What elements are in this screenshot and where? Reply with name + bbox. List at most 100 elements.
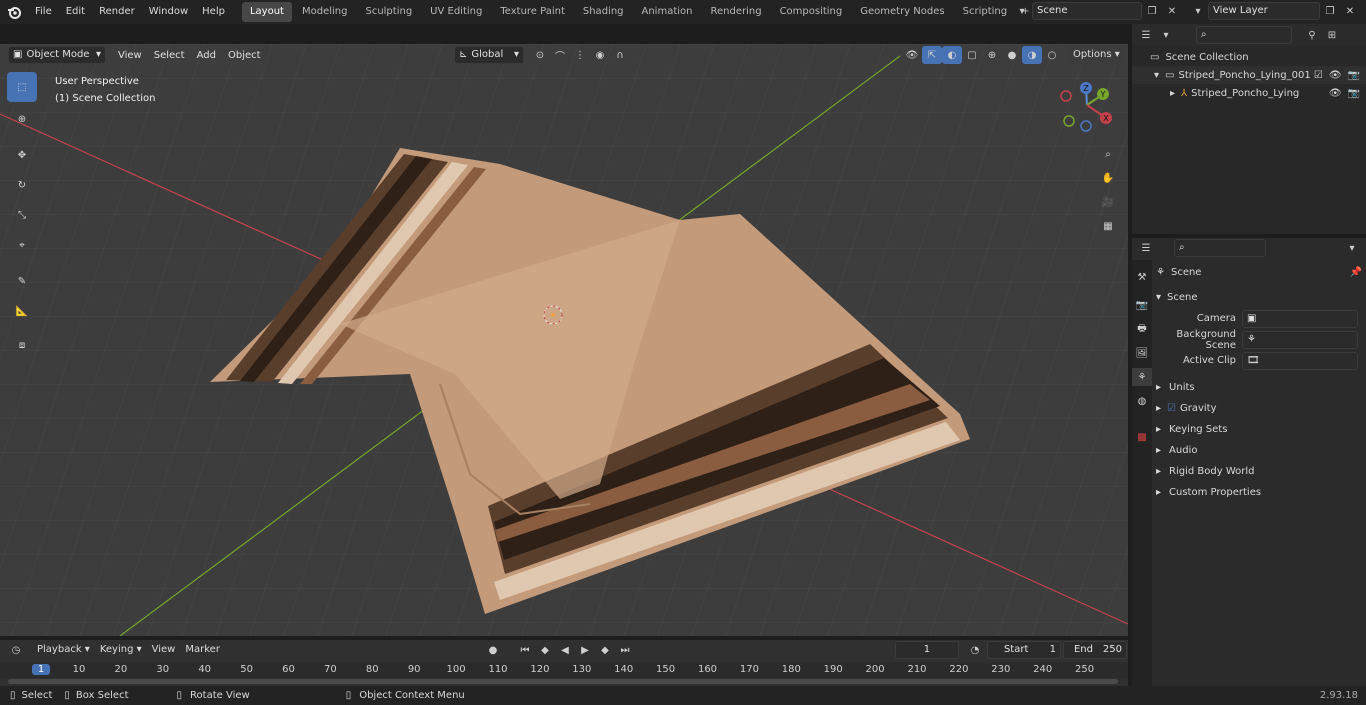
marker-menu[interactable]: Marker xyxy=(180,641,225,659)
move-tool-icon[interactable]: ✥ xyxy=(7,140,37,170)
view-layer-tab-icon[interactable]: 🖼 xyxy=(1132,344,1152,362)
timeline-scrollbar[interactable] xyxy=(8,679,1118,684)
new-collection-icon[interactable]: ⊞ xyxy=(1322,26,1342,44)
cursor-tool-icon[interactable]: ⊕ xyxy=(7,104,37,134)
expand-arrow-icon[interactable]: ▸ xyxy=(1170,88,1175,99)
3d-viewport[interactable] xyxy=(0,44,1128,636)
perspective-grid-icon[interactable]: ▦ xyxy=(1098,214,1118,238)
transform-tool-icon[interactable]: ⌖ xyxy=(7,230,37,260)
outliner-item-object[interactable]: ▸ ⅄ Striped_Poncho_Lying 👁 📷 xyxy=(1132,84,1366,102)
scene-name-field[interactable]: Scene xyxy=(1032,2,1142,20)
checkbox-icon[interactable]: ☑ xyxy=(1314,70,1323,81)
jump-end-icon[interactable]: ⏭ xyxy=(615,641,635,659)
new-scene-icon[interactable]: ❐ xyxy=(1142,2,1162,20)
gravity-checkbox-icon[interactable]: ☑ xyxy=(1167,403,1176,414)
snap-icon[interactable]: ⌒ xyxy=(550,46,570,64)
scene-tab-icon[interactable]: ⚘ xyxy=(1132,368,1152,386)
blender-logo-icon[interactable] xyxy=(0,3,28,21)
camera-field[interactable]: ▣ xyxy=(1242,309,1358,328)
object-mode-dropdown[interactable]: ▣ Object Mode ▾ xyxy=(8,46,106,64)
add-cube-tool-icon[interactable]: ⧈ xyxy=(7,330,37,360)
xray-icon[interactable]: ▢ xyxy=(962,46,982,64)
current-frame-field[interactable]: 1 xyxy=(894,641,959,659)
outliner-item-collection[interactable]: ▾ ▭ Striped_Poncho_Lying_001 ☑ 👁 📷 xyxy=(1132,66,1366,84)
scene-icon[interactable]: ▾ xyxy=(1012,2,1032,20)
active-clip-field[interactable]: 🎞 xyxy=(1242,351,1358,370)
tab-texture-paint[interactable]: Texture Paint xyxy=(492,2,573,22)
properties-options-icon[interactable]: ▾ xyxy=(1342,239,1362,257)
panel-custom-properties[interactable]: ▸ Custom Properties xyxy=(1156,482,1362,503)
rotate-tool-icon[interactable]: ↻ xyxy=(7,170,37,200)
display-mode-icon[interactable]: ▾ xyxy=(1156,26,1176,44)
clock-icon[interactable]: ◔ xyxy=(965,641,985,659)
solid-shading-icon[interactable]: ● xyxy=(1002,46,1022,64)
keying-menu[interactable]: Keying ▾ xyxy=(95,641,147,659)
play-reverse-icon[interactable]: ◀ xyxy=(555,641,575,659)
start-frame-field[interactable]: Start 1 xyxy=(986,641,1061,659)
eye-icon[interactable]: 👁 xyxy=(1329,70,1342,81)
menu-edit[interactable]: Edit xyxy=(59,0,92,24)
new-view-layer-icon[interactable]: ❐ xyxy=(1320,2,1340,20)
properties-editor-icon[interactable]: ☰ xyxy=(1136,239,1156,257)
wireframe-shading-icon[interactable]: ⊕ xyxy=(982,46,1002,64)
pan-hand-icon[interactable]: ✋ xyxy=(1098,166,1118,190)
menu-render[interactable]: Render xyxy=(92,0,142,24)
playback-menu[interactable]: Playback ▾ xyxy=(32,641,95,659)
tab-geometry-nodes[interactable]: Geometry Nodes xyxy=(852,2,952,22)
panel-units[interactable]: ▸ Units xyxy=(1156,377,1362,398)
snap-target-icon[interactable]: ⋮ xyxy=(570,46,590,64)
panel-gravity[interactable]: ▸ ☑ Gravity xyxy=(1156,398,1362,419)
camera-view-icon[interactable]: 🎥 xyxy=(1098,190,1118,214)
material-shading-icon[interactable]: ◑ xyxy=(1022,46,1042,64)
prev-keyframe-icon[interactable]: ◆ xyxy=(535,641,555,659)
annotate-tool-icon[interactable]: ✎ xyxy=(7,266,37,296)
texture-tab-icon[interactable]: ▩ xyxy=(1132,428,1152,446)
filter-icon[interactable]: ⚲ xyxy=(1302,26,1322,44)
options-button[interactable]: Options ▾ xyxy=(1068,46,1125,64)
proportional-edit-icon[interactable]: ◉ xyxy=(590,46,610,64)
viewport-menu-view[interactable]: View xyxy=(112,50,148,61)
view-layer-icon[interactable]: ▾ xyxy=(1188,2,1208,20)
zoom-icon[interactable]: ⌕ xyxy=(1098,142,1118,166)
background-scene-field[interactable]: ⚘ xyxy=(1242,330,1358,349)
viewport-menu-object[interactable]: Object xyxy=(222,50,267,61)
editor-type-icon[interactable]: ☰ xyxy=(1136,26,1156,44)
tab-compositing[interactable]: Compositing xyxy=(772,2,851,22)
scale-tool-icon[interactable]: ⤡ xyxy=(7,200,37,230)
jump-start-icon[interactable]: ⏮ xyxy=(515,641,535,659)
delete-view-layer-icon[interactable]: ✕ xyxy=(1340,2,1360,20)
tab-rendering[interactable]: Rendering xyxy=(702,2,769,22)
panel-rigid-body-world[interactable]: ▸ Rigid Body World xyxy=(1156,461,1362,482)
tool-tab-icon[interactable]: ⚒ xyxy=(1132,268,1152,286)
outliner-root[interactable]: ▭ Scene Collection xyxy=(1132,48,1366,66)
eye-icon[interactable]: 👁 xyxy=(1329,88,1342,99)
orientation-dropdown[interactable]: ⊾ Global ▾ xyxy=(454,46,524,64)
world-tab-icon[interactable]: ◍ xyxy=(1132,392,1152,410)
outliner-search-input[interactable]: ⌕ xyxy=(1196,26,1292,44)
camera-icon[interactable]: 📷 xyxy=(1348,88,1360,99)
end-frame-field[interactable]: End 250 xyxy=(1062,641,1127,659)
camera-icon[interactable]: 📷 xyxy=(1348,70,1360,81)
render-tab-icon[interactable]: 📷 xyxy=(1132,296,1152,314)
play-icon[interactable]: ▶ xyxy=(575,641,595,659)
pin-icon[interactable]: 📌 xyxy=(1350,267,1362,278)
menu-help[interactable]: Help xyxy=(195,0,232,24)
tab-sculpting[interactable]: Sculpting xyxy=(357,2,420,22)
section-scene[interactable]: ▾ Scene xyxy=(1156,286,1362,308)
timeline-view-menu[interactable]: View xyxy=(147,641,181,659)
tab-layout[interactable]: Layout xyxy=(241,2,292,22)
panel-keying-sets[interactable]: ▸ Keying Sets xyxy=(1156,419,1362,440)
select-box-tool-icon[interactable]: ⬚ xyxy=(7,72,37,102)
menu-window[interactable]: Window xyxy=(142,0,195,24)
tab-uv-editing[interactable]: UV Editing xyxy=(422,2,490,22)
panel-audio[interactable]: ▸ Audio xyxy=(1156,440,1362,461)
overlay-toggle-icon[interactable]: ◐ xyxy=(942,46,962,64)
frame-ruler[interactable]: 1 10 20 30 40 50 60 70 80 90 100 110 120 130 140 150 160… xyxy=(0,662,1128,678)
measure-tool-icon[interactable]: 📐 xyxy=(7,296,37,326)
viewport-menu-add[interactable]: Add xyxy=(191,50,222,61)
timeline-editor-icon[interactable]: ◷ xyxy=(6,641,26,659)
gizmo-toggle-icon[interactable]: ⇱ xyxy=(922,46,942,64)
tab-animation[interactable]: Animation xyxy=(634,2,701,22)
falloff-icon[interactable]: ∩ xyxy=(610,46,630,64)
view-layer-field[interactable]: View Layer xyxy=(1208,2,1320,20)
